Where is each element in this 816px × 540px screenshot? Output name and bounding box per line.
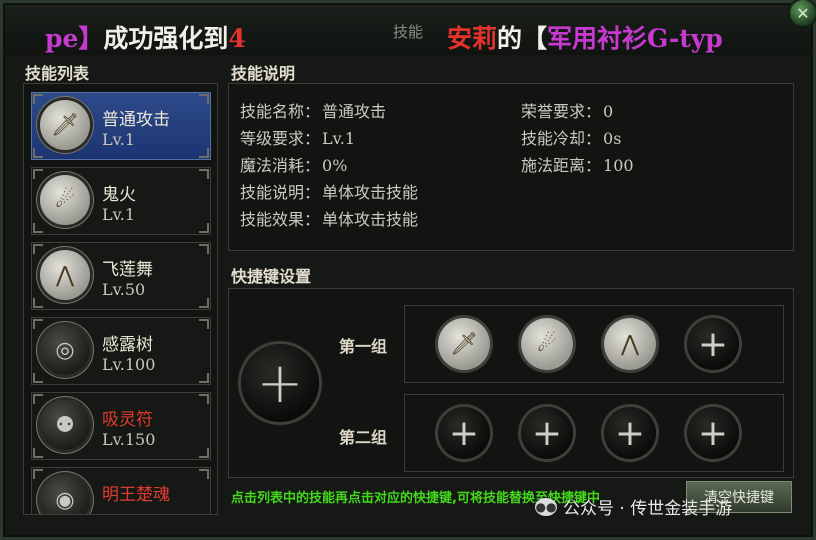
info-level-req: 等级要求： Lv.1 bbox=[240, 129, 356, 148]
skill-item-soul-talisman[interactable]: ⚉ 吸灵符 Lv.150 bbox=[31, 392, 211, 460]
window-title: 技能 bbox=[393, 23, 424, 41]
eye-icon: ◉ bbox=[40, 475, 90, 514]
skill-list-title: 技能列表 bbox=[25, 64, 90, 83]
skill-description-panel: 技能名称： 普通攻击 等级要求： Lv.1 魔法消耗： 0% 技能说明： 单体攻击技能 … bbox=[228, 83, 794, 251]
sword-icon: 🗡 bbox=[40, 100, 90, 150]
hotkey-group-2: + + + + bbox=[404, 394, 784, 472]
plus-icon: + bbox=[697, 412, 729, 454]
hotkey-preview-slot[interactable]: + bbox=[241, 344, 319, 422]
skill-name: 鬼火 bbox=[102, 185, 136, 205]
hotkey-slot-1-3[interactable]: ⋀ bbox=[604, 318, 656, 370]
group2-label: 第二组 bbox=[339, 428, 388, 447]
skill-window: pe】成功强化到4 技能 安莉的【军用衬衫G-typ ✕ 技能列表 🗡 普通攻击… bbox=[0, 0, 816, 540]
plus-icon: + bbox=[448, 412, 480, 454]
title-bar: pe】成功强化到4 技能 安莉的【军用衬衫G-typ bbox=[5, 5, 811, 55]
info-honor-req: 荣誉要求： 0 bbox=[521, 102, 614, 121]
skill-level: Lv.100 bbox=[102, 355, 156, 374]
hotkey-slot-2-2[interactable]: + bbox=[521, 407, 573, 459]
skill-name: 普通攻击 bbox=[102, 110, 170, 130]
flame-icon: ☄ bbox=[40, 175, 90, 225]
close-button[interactable]: ✕ bbox=[790, 0, 816, 26]
info-skill-effect: 技能效果： 单体攻击技能 bbox=[240, 210, 419, 229]
skill-level: Lv.1 bbox=[102, 205, 136, 224]
ticker-item-tail: pe】 bbox=[45, 24, 104, 53]
sword-icon: 🗡 bbox=[450, 331, 478, 357]
hotkey-settings-title: 快捷键设置 bbox=[231, 267, 312, 286]
skill-item-ming-wang[interactable]: ◉ 明王楚魂 bbox=[31, 467, 211, 514]
ticker-level: 4 bbox=[228, 24, 246, 53]
watermark-text: 公众号 · 传世金装手游 bbox=[563, 499, 733, 519]
hotkey-slot-2-1[interactable]: + bbox=[438, 407, 490, 459]
skill-level: Lv.50 bbox=[102, 280, 146, 299]
announcement-ticker-right: 安莉的【军用衬衫G-typ bbox=[447, 19, 723, 55]
ticker-player-name: 安莉 bbox=[447, 24, 498, 53]
plus-icon: + bbox=[256, 350, 304, 416]
skill-item-lotus-dance[interactable]: ⋀ 飞莲舞 Lv.50 bbox=[31, 242, 211, 310]
skill-name: 感露树 bbox=[102, 335, 153, 355]
announcement-ticker-left: pe】成功强化到4 bbox=[45, 19, 246, 55]
info-cast-range: 施法距离： 100 bbox=[521, 156, 634, 175]
info-skill-name: 技能名称： 普通攻击 bbox=[240, 102, 387, 121]
group1-label: 第一组 bbox=[339, 337, 388, 356]
ticker-item-name: 军用衬衫G-typ bbox=[547, 24, 723, 53]
close-icon: ✕ bbox=[796, 3, 810, 23]
wechat-icon: ●● bbox=[535, 497, 557, 516]
lotus-icon: ⋀ bbox=[40, 250, 90, 300]
ripple-icon: ◎ bbox=[40, 325, 90, 375]
watermark: ●● 公众号 · 传世金装手游 bbox=[535, 494, 732, 519]
hotkey-slot-1-1[interactable]: 🗡 bbox=[438, 318, 490, 370]
ticker-of: 的【 bbox=[497, 24, 548, 53]
hotkey-slot-1-2[interactable]: ☄ bbox=[521, 318, 573, 370]
hotkey-panel: + 第一组 🗡 ☄ ⋀ + 第二组 + + + + bbox=[228, 288, 794, 478]
hotkey-slot-1-4[interactable]: + bbox=[687, 318, 739, 370]
skill-level: Lv.1 bbox=[102, 130, 136, 149]
skill-list[interactable]: 🗡 普通攻击 Lv.1 ☄ 鬼火 Lv.1 ⋀ 飞莲舞 Lv.50 ◎ 感露树 … bbox=[23, 83, 218, 515]
skill-name: 飞莲舞 bbox=[102, 260, 153, 280]
skill-level: Lv.150 bbox=[102, 430, 156, 449]
ticker-message: 成功强化到 bbox=[103, 24, 229, 53]
skill-name: 吸灵符 bbox=[102, 410, 153, 430]
plus-icon: + bbox=[614, 412, 646, 454]
skill-item-dew-tree[interactable]: ◎ 感露树 Lv.100 bbox=[31, 317, 211, 385]
lotus-icon: ⋀ bbox=[620, 331, 640, 357]
hotkey-slot-2-3[interactable]: + bbox=[604, 407, 656, 459]
talisman-icon: ⚉ bbox=[40, 400, 90, 450]
skill-description-title: 技能说明 bbox=[231, 64, 296, 83]
plus-icon: + bbox=[697, 323, 729, 365]
info-skill-desc: 技能说明： 单体攻击技能 bbox=[240, 183, 419, 202]
skill-item-ghost-fire[interactable]: ☄ 鬼火 Lv.1 bbox=[31, 167, 211, 235]
info-mana-cost: 魔法消耗： 0% bbox=[240, 156, 348, 175]
hotkey-slot-2-4[interactable]: + bbox=[687, 407, 739, 459]
plus-icon: + bbox=[531, 412, 563, 454]
info-cooldown: 技能冷却： 0s bbox=[521, 129, 622, 148]
flame-icon: ☄ bbox=[537, 331, 557, 357]
hotkey-group-1: 🗡 ☄ ⋀ + bbox=[404, 305, 784, 383]
skill-item-normal-attack[interactable]: 🗡 普通攻击 Lv.1 bbox=[31, 92, 211, 160]
skill-name: 明王楚魂 bbox=[102, 485, 170, 505]
